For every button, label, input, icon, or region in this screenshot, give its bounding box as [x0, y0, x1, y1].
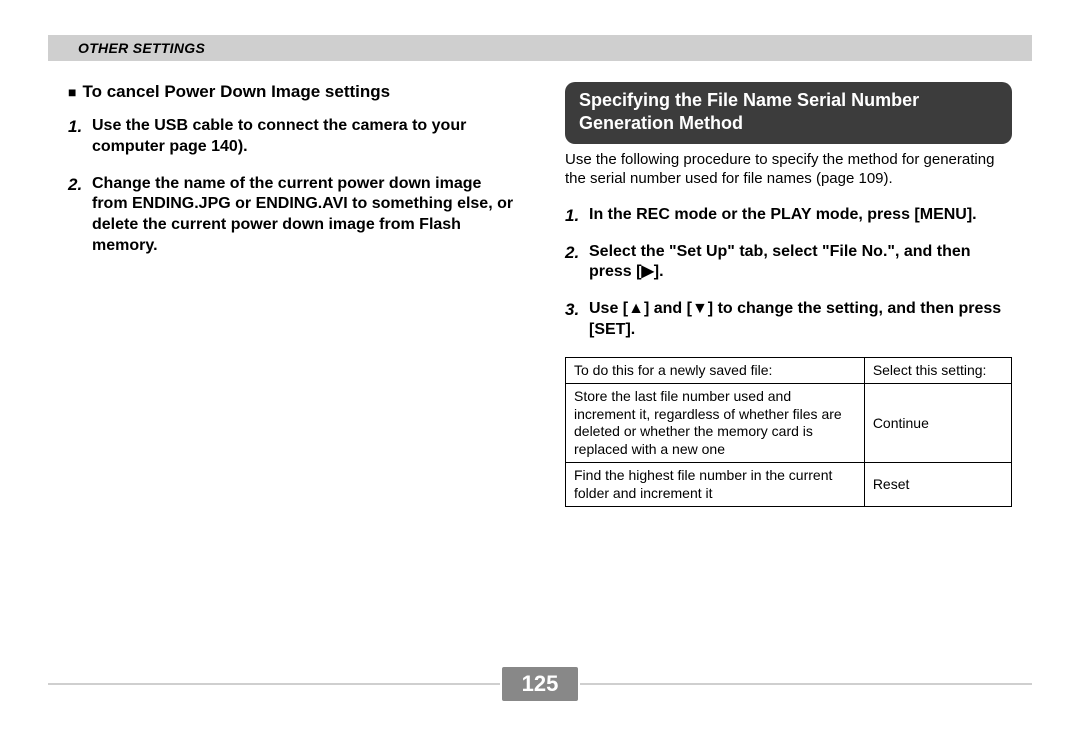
footer-line-right: [580, 683, 1032, 685]
table-header-action: To do this for a newly saved file:: [566, 357, 865, 384]
right-step-list: In the REC mode or the PLAY mode, press …: [565, 205, 1012, 341]
right-column: Specifying the File Name Serial Number G…: [565, 82, 1012, 660]
section-heading-text: Specifying the File Name Serial Number G…: [579, 89, 998, 136]
table-cell-action: Find the highest file number in the curr…: [566, 463, 865, 507]
table-cell-setting: Reset: [864, 463, 1011, 507]
footer-line-left: [48, 683, 500, 685]
left-heading-text: To cancel Power Down Image settings: [82, 82, 390, 102]
square-bullet-icon: ■: [68, 82, 76, 102]
intro-text: Use the following procedure to specify t…: [565, 150, 1012, 189]
content-area: ■ To cancel Power Down Image settings Us…: [48, 78, 1032, 660]
left-column: ■ To cancel Power Down Image settings Us…: [68, 82, 515, 660]
right-step-3: Use [▲] and [▼] to change the setting, a…: [565, 299, 1012, 341]
table-cell-setting: Continue: [864, 384, 1011, 463]
footer: 125: [48, 664, 1032, 704]
right-step-2: Select the "Set Up" tab, select "File No…: [565, 242, 1012, 284]
table-row: Find the highest file number in the curr…: [566, 463, 1012, 507]
left-step-list: Use the USB cable to connect the camera …: [68, 116, 515, 257]
left-step-2: Change the name of the current power dow…: [68, 174, 515, 257]
table-row: Store the last file number used and incr…: [566, 384, 1012, 463]
table-header-row: To do this for a newly saved file: Selec…: [566, 357, 1012, 384]
settings-table: To do this for a newly saved file: Selec…: [565, 357, 1012, 508]
left-step-1: Use the USB cable to connect the camera …: [68, 116, 515, 158]
table-header-setting: Select this setting:: [864, 357, 1011, 384]
header-bar: OTHER SETTINGS: [48, 35, 1032, 61]
table-cell-action: Store the last file number used and incr…: [566, 384, 865, 463]
header-title: OTHER SETTINGS: [78, 40, 205, 56]
section-heading-box: Specifying the File Name Serial Number G…: [565, 82, 1012, 144]
left-heading: ■ To cancel Power Down Image settings: [68, 82, 515, 102]
right-step-1: In the REC mode or the PLAY mode, press …: [565, 205, 1012, 226]
page-number: 125: [502, 667, 579, 701]
